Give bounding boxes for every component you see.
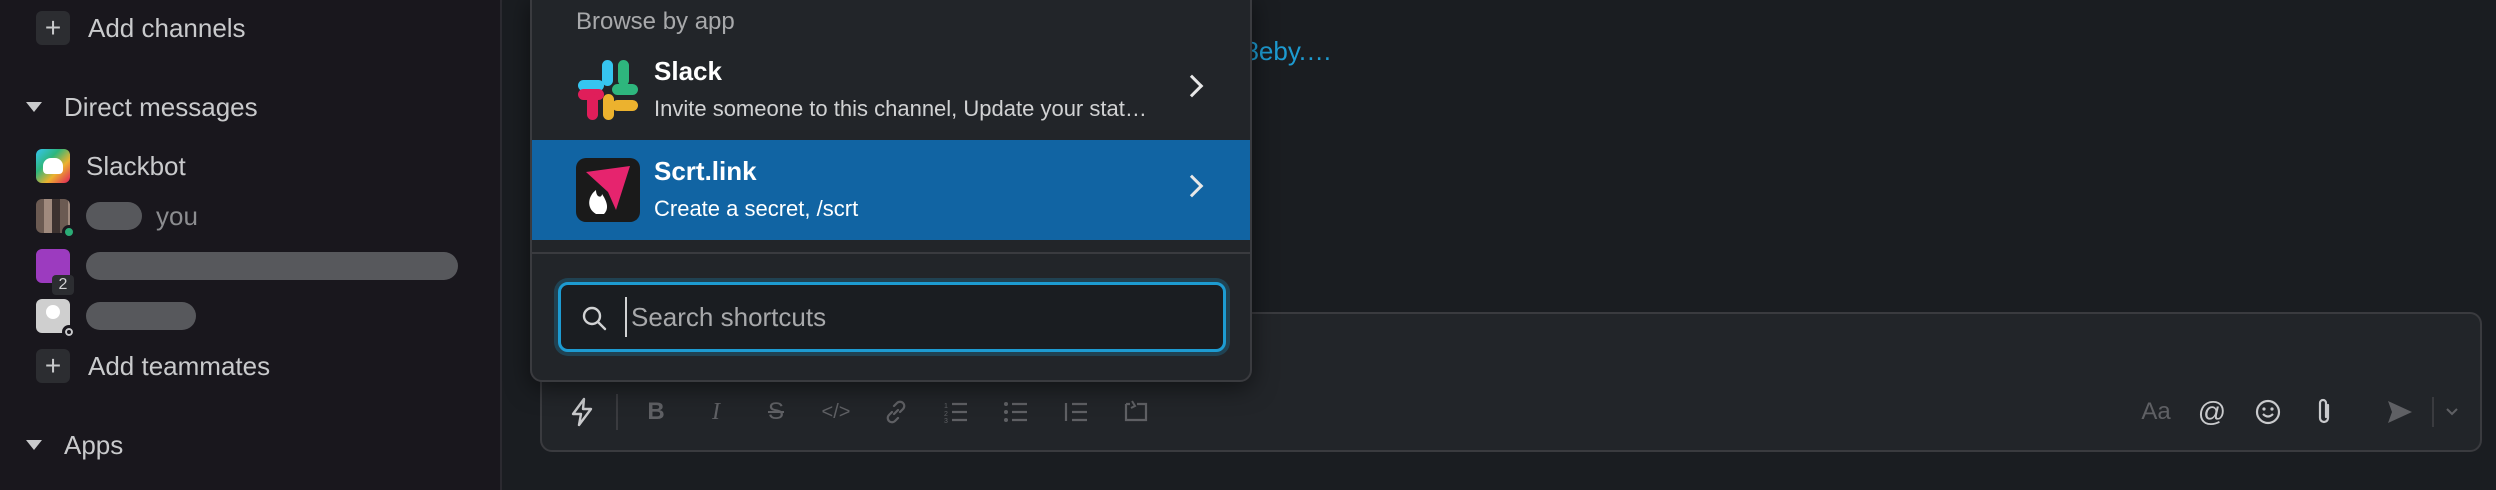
add-channels-label: Add channels [88,12,246,43]
shortcuts-popup: Browse by app Slack Invite someone to th… [530,0,1252,382]
redacted-name [86,202,142,230]
composer-actions: Aa @ [2120,392,2466,432]
dm-item-self[interactable]: you [36,196,198,239]
dm-item-user[interactable] [36,296,196,339]
shortcuts-icon[interactable] [562,392,602,432]
online-status-icon [62,225,76,239]
emoji-icon[interactable] [2248,392,2288,432]
search-shortcuts-box[interactable] [558,282,1226,352]
search-icon [582,306,607,331]
formatting-icon[interactable]: Aa [2136,392,2176,432]
scrt-link-logo-icon [576,158,640,222]
bold-icon[interactable]: B [636,392,676,432]
toolbar-divider [2432,397,2434,427]
add-teammates-button[interactable]: + Add teammates [36,346,270,386]
svg-text:3: 3 [944,418,948,423]
redacted-name [86,302,196,330]
add-teammates-label: Add teammates [88,350,271,381]
avatar [36,299,76,339]
apps-heading: Apps [64,429,124,460]
code-icon[interactable]: </> [816,392,856,432]
caret-down-icon [26,440,42,450]
caret-down-icon [26,102,42,112]
you-label: you [156,200,198,231]
bulleted-list-icon[interactable] [996,392,1036,432]
chevron-down-icon[interactable] [2438,392,2466,432]
svg-text:1: 1 [944,403,948,410]
app-item-scrt-link[interactable]: Scrt.link Create a secret, /scrt [532,140,1250,240]
divider [532,252,1250,254]
member-count-badge: 2 [52,275,74,295]
direct-messages-section-toggle[interactable]: Direct messages [26,87,258,127]
blockquote-icon[interactable] [1056,392,1096,432]
browse-by-app-heading: Browse by app [576,8,735,35]
mention-icon[interactable]: @ [2192,392,2232,432]
italic-icon[interactable]: I [696,392,736,432]
avatar [36,199,76,239]
redacted-name [86,252,458,280]
app-name: Scrt.link [654,156,757,186]
formatting-toolbar: B I S </> 123 [562,392,1176,432]
strikethrough-icon[interactable]: S [756,392,796,432]
attach-icon[interactable] [2304,392,2344,432]
ordered-list-icon[interactable]: 123 [936,392,976,432]
apps-section-toggle[interactable]: Apps [26,425,124,465]
send-icon[interactable] [2380,392,2420,432]
app-description: Invite someone to this channel, Update y… [654,96,1147,121]
dm-item-slackbot[interactable]: Slackbot [36,146,186,186]
toolbar-divider [616,394,618,430]
search-shortcuts-input[interactable] [625,297,1205,337]
chevron-right-icon [1180,74,1204,98]
code-block-icon[interactable] [1116,392,1156,432]
dm-item-group[interactable]: 2 [36,246,458,295]
link-icon[interactable] [876,392,916,432]
away-status-icon [62,325,76,339]
plus-icon: + [36,11,70,45]
add-channels-button[interactable]: + Add channels [36,8,246,48]
sidebar: + Add channels Direct messages Slackbot … [0,0,502,490]
svg-text:2: 2 [944,411,948,418]
app-item-slack[interactable]: Slack Invite someone to this channel, Up… [532,40,1250,140]
slack-logo-icon [576,58,640,122]
plus-icon: + [36,349,70,383]
app-description: Create a secret, /scrt [654,196,859,221]
group-avatar: 2 [36,249,74,295]
app-name: Slack [654,56,722,86]
dm-name: Slackbot [86,150,186,181]
direct-messages-heading: Direct messages [64,91,258,122]
slackbot-avatar [36,149,70,183]
chevron-right-icon [1180,174,1204,198]
